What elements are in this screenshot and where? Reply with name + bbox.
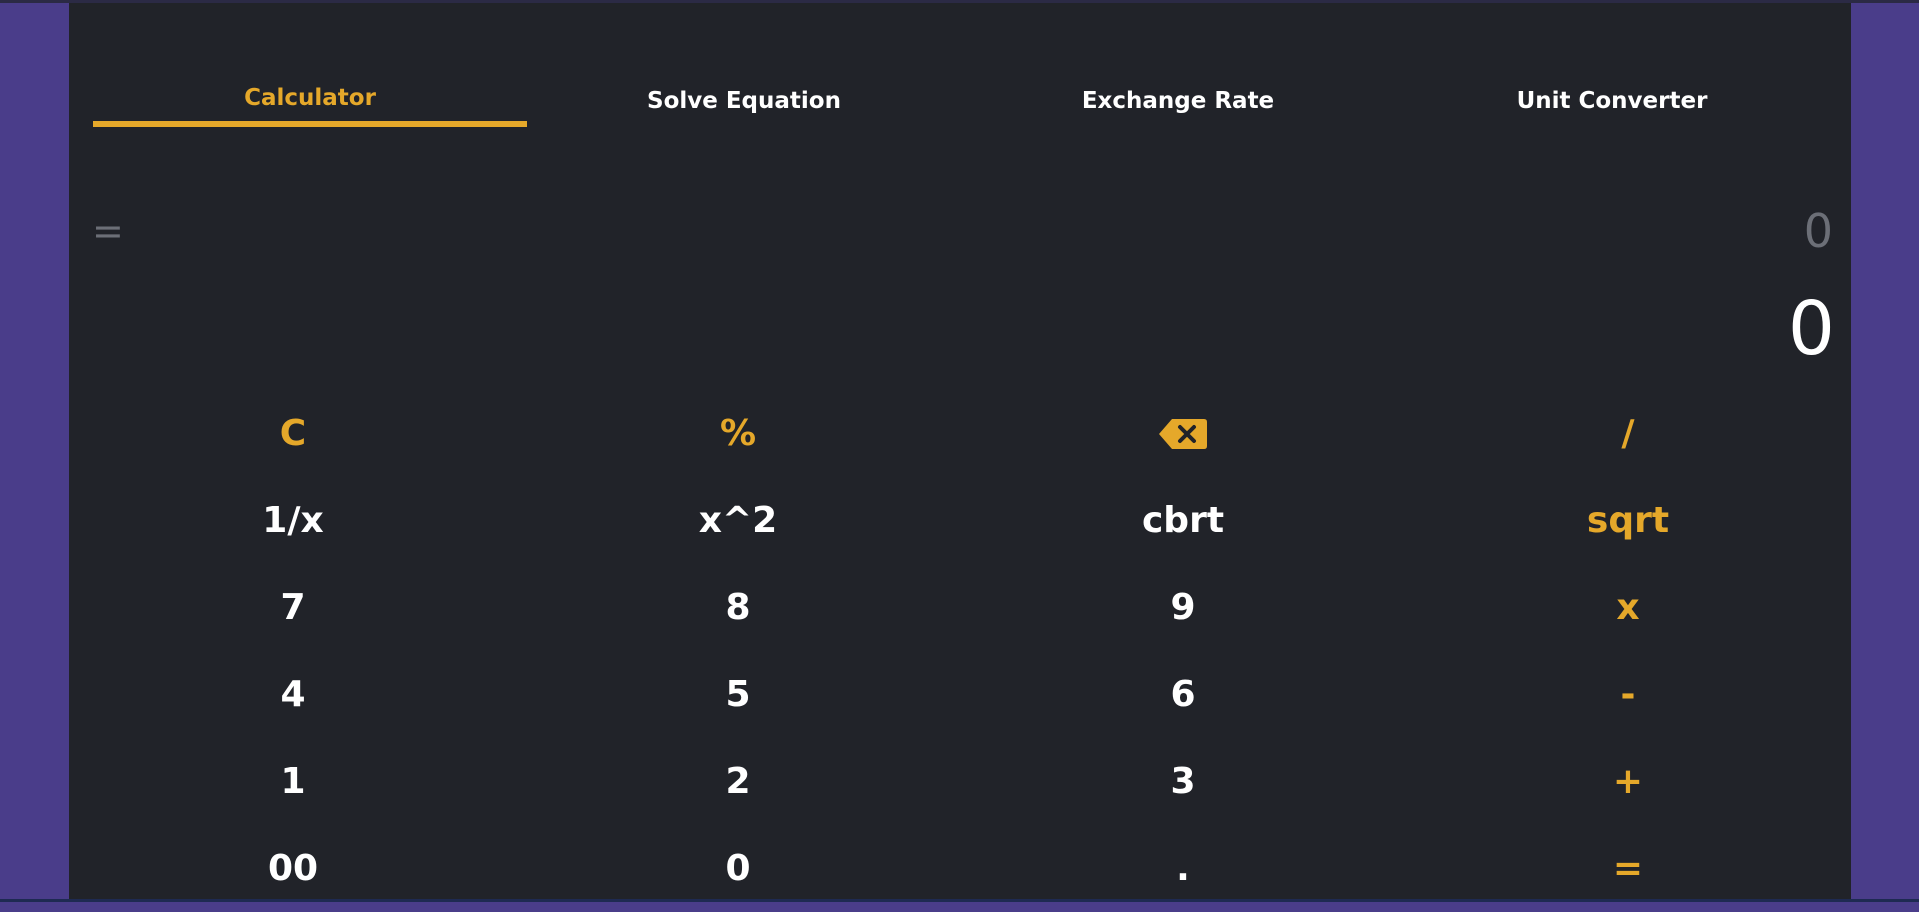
digit-5-button[interactable]: 5: [538, 651, 938, 738]
digit-7-button[interactable]: 7: [93, 564, 493, 651]
digit-3-button[interactable]: 3: [983, 738, 1383, 825]
calculator-app: Calculator Solve Equation Exchange Rate …: [69, 3, 1851, 899]
clear-button[interactable]: C: [93, 390, 493, 477]
tab-calculator-label: Calculator: [244, 85, 376, 111]
tab-bar: Calculator Solve Equation Exchange Rate …: [93, 75, 1827, 127]
digit-2-button[interactable]: 2: [538, 738, 938, 825]
keypad: C % / 1/x x^2 cbrt sqrt 7 8 9 x 4 5 6 - …: [93, 390, 1873, 912]
expression-display: 0: [1803, 204, 1833, 258]
digit-9-button[interactable]: 9: [983, 564, 1383, 651]
tab-solve-equation[interactable]: Solve Equation: [527, 75, 961, 127]
cube-root-button[interactable]: cbrt: [983, 477, 1383, 564]
digit-6-button[interactable]: 6: [983, 651, 1383, 738]
tab-exchange-rate-label: Exchange Rate: [1081, 88, 1275, 114]
tab-calculator[interactable]: Calculator: [93, 75, 527, 127]
equals-indicator: =: [92, 209, 124, 253]
tab-exchange-rate[interactable]: Exchange Rate: [961, 75, 1395, 127]
backspace-icon: [1158, 418, 1208, 450]
tab-solve-equation-label: Solve Equation: [647, 88, 841, 114]
digit-1-button[interactable]: 1: [93, 738, 493, 825]
backspace-button[interactable]: [983, 390, 1383, 477]
reciprocal-button[interactable]: 1/x: [93, 477, 493, 564]
digit-8-button[interactable]: 8: [538, 564, 938, 651]
tab-unit-converter[interactable]: Unit Converter: [1395, 75, 1829, 127]
percent-button[interactable]: %: [538, 390, 938, 477]
add-button[interactable]: +: [1428, 738, 1828, 825]
multiply-button[interactable]: x: [1428, 564, 1828, 651]
active-tab-underline: [93, 121, 527, 127]
digit-4-button[interactable]: 4: [93, 651, 493, 738]
square-root-button[interactable]: sqrt: [1428, 477, 1828, 564]
divide-button[interactable]: /: [1428, 390, 1828, 477]
square-button[interactable]: x^2: [538, 477, 938, 564]
result-display: 0: [1787, 286, 1835, 372]
tab-unit-converter-label: Unit Converter: [1516, 88, 1708, 114]
subtract-button[interactable]: -: [1428, 651, 1828, 738]
